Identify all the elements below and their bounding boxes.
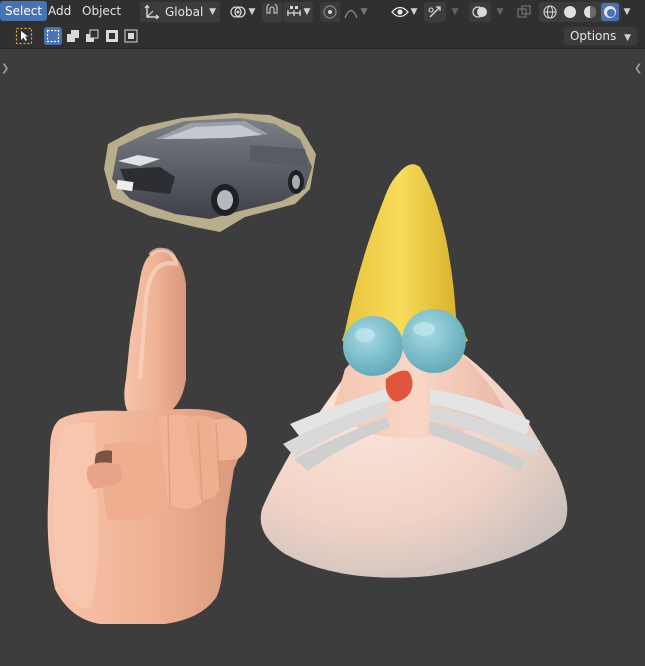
snap-target-dropdown[interactable]: ▼ [283,2,313,22]
wireframe-shading-button[interactable] [541,3,559,21]
overlays-dropdown[interactable]: ▼ [491,2,507,22]
overlays-toggle[interactable] [469,2,491,22]
chevron-down-icon: ▼ [360,7,368,17]
options-dropdown[interactable]: Options ▼ [563,27,637,45]
gnome-model[interactable] [260,164,568,578]
select-menu[interactable]: Select [0,1,48,21]
falloff-curve-icon [343,9,358,19]
select-box-tool-icon [15,27,33,45]
wireframe-icon [543,5,557,19]
chevron-down-icon: ▼ [623,7,631,17]
new-selection-button[interactable] [44,27,62,45]
car-photo-cutout[interactable] [104,113,316,232]
transform-orientation-icon [144,4,160,20]
hand-model[interactable] [47,247,247,624]
orientation-label: Global [165,5,204,19]
selection-subtract-icon [86,29,99,42]
selection-invert-icon [105,30,118,42]
snap-magnet-icon [266,4,278,14]
toolbar-expand-icon[interactable]: ❯ [1,63,9,74]
transform-orientation-dropdown[interactable]: Global ▼ [140,2,220,22]
intersect-selection-button[interactable] [122,27,140,45]
selection-mode-group [44,27,140,45]
proportional-editing-toggle[interactable] [320,2,340,22]
invert-selection-button[interactable] [103,27,121,45]
rendered-shading-button[interactable] [601,3,619,21]
gizmo-icon [428,6,441,18]
chevron-down-icon: ▼ [624,33,631,43]
shading-mode-group [539,2,621,22]
gizmo-dropdown[interactable]: ▼ [446,2,462,22]
material-preview-shading-button[interactable] [581,3,599,21]
xray-toggle[interactable] [514,2,534,22]
shading-dropdown[interactable]: ▼ [618,2,634,22]
falloff-dropdown[interactable]: ▼ [340,2,370,22]
selection-intersect-icon [124,29,138,43]
selection-new-icon [46,29,60,43]
add-menu[interactable]: Add [43,1,76,21]
solid-shading-button[interactable] [561,3,579,21]
active-tool-button[interactable] [14,27,34,45]
material-preview-icon [584,6,596,18]
visibility-dropdown[interactable]: ▼ [388,2,420,22]
selection-extend-icon [66,30,79,42]
rendered-icon [604,6,616,18]
chevron-down-icon: ▼ [248,7,256,17]
chevron-down-icon: ▼ [451,7,459,17]
3d-viewport[interactable]: ❯ ❮ [0,49,645,666]
tool-settings-bar: Options ▼ [0,24,645,49]
chevron-down-icon: ▼ [303,7,311,17]
proportional-editing-icon [323,5,337,19]
options-label: Options [569,29,617,43]
subtract-selection-button[interactable] [83,27,101,45]
xray-icon [517,5,531,18]
chevron-down-icon: ▼ [209,7,216,17]
extend-selection-button[interactable] [64,27,82,45]
viewport-header: Select Add Object Global ▼ ▼ ▼ ▼ ▼ ▼ ▼ ▼ [0,0,645,24]
eye-icon [390,6,409,18]
gizmo-toggle[interactable] [424,2,446,22]
sidebar-expand-icon[interactable]: ❮ [634,63,642,74]
pivot-point-dropdown[interactable]: ▼ [226,2,258,22]
pivot-point-icon [229,6,246,18]
chevron-down-icon: ▼ [496,7,504,17]
object-menu[interactable]: Object [77,1,126,21]
viewport-scene [47,113,568,624]
snap-increment-icon [286,6,301,16]
chevron-down-icon: ▼ [410,7,418,17]
overlays-icon [472,6,487,18]
snap-toggle[interactable] [262,2,282,22]
solid-icon [564,6,576,18]
